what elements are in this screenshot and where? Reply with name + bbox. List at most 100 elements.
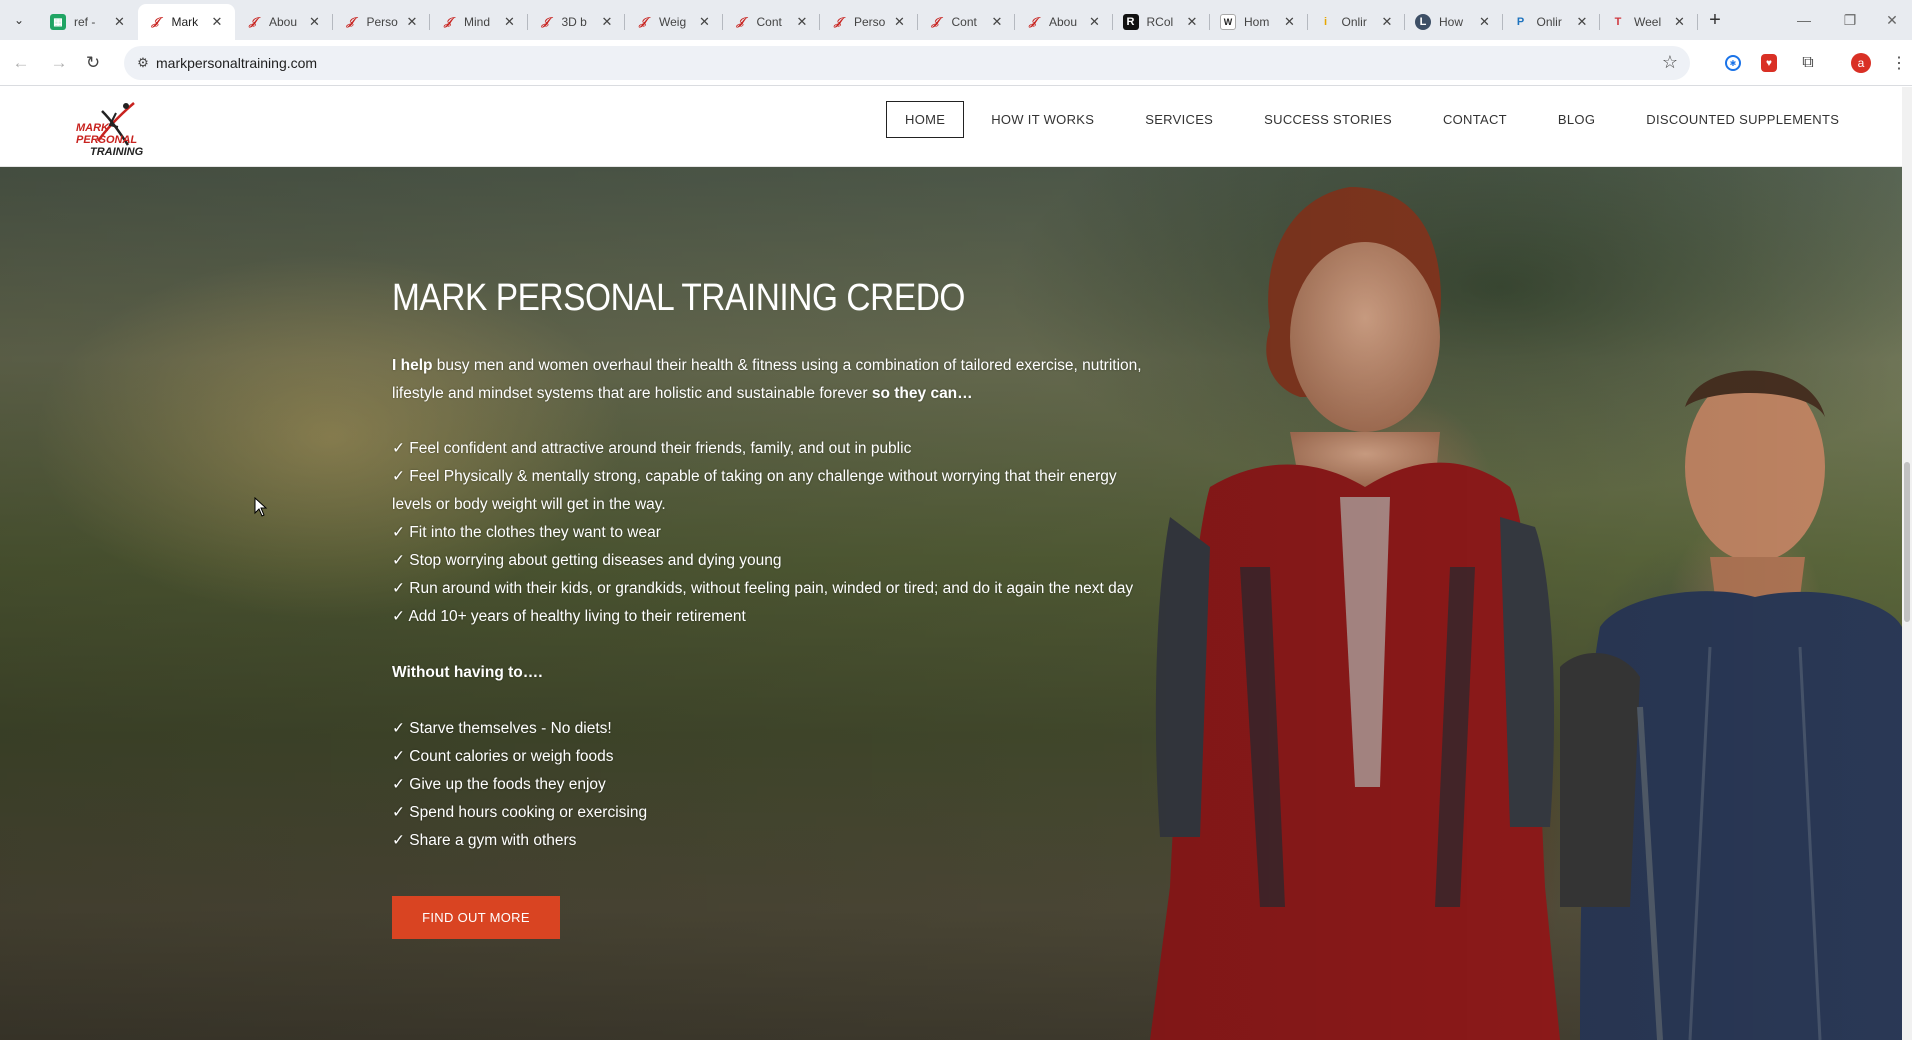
url-text[interactable]: markpersonaltraining.com (156, 55, 317, 71)
browser-tab[interactable]: 𝒥 Weig ✕ (625, 4, 723, 40)
tab-close-icon[interactable]: ✕ (404, 14, 420, 30)
tab-close-icon[interactable]: ✕ (209, 14, 225, 30)
tab-close-icon[interactable]: ✕ (794, 14, 810, 30)
tab-close-icon[interactable]: ✕ (1574, 14, 1590, 30)
tab-close-icon[interactable]: ✕ (989, 14, 1005, 30)
r-icon: R (1122, 14, 1139, 30)
nav-item-contact[interactable]: CONTACT (1429, 102, 1521, 137)
back-arrow-icon[interactable]: ← (8, 50, 34, 76)
tab-title: RCol (1146, 15, 1174, 29)
browser-tab[interactable]: 𝒥 Abou ✕ (1015, 4, 1113, 40)
tab-close-icon[interactable]: ✕ (1087, 14, 1103, 30)
browser-tab[interactable]: 𝒥 Abou ✕ (235, 4, 333, 40)
tab-close-icon[interactable]: ✕ (307, 14, 323, 30)
browser-tab[interactable]: R RCol ✕ (1113, 4, 1211, 40)
browser-tab[interactable]: 𝒥 Mark ✕ (137, 4, 235, 40)
logo-line-1: MARK PERSONAL (76, 122, 138, 146)
browser-tab[interactable]: W Hom ✕ (1210, 4, 1308, 40)
browser-tab[interactable]: 𝒥 Cont ✕ (723, 4, 821, 40)
tab-title: Perso (854, 15, 886, 29)
tab-close-icon[interactable]: ✕ (599, 14, 615, 30)
tab-title: Weel (1634, 15, 1662, 29)
restore-icon[interactable]: ❐ (1835, 8, 1865, 32)
mark-icon: 𝒥 (834, 15, 842, 28)
tab-title: Onlir (1536, 15, 1562, 29)
browser-toolbar: ← → ↻ ⚙ markpersonaltraining.com ☆ ✱ ♥ ⧉… (0, 40, 1912, 86)
browser-menu-kebab-icon[interactable]: ⋮ (1888, 52, 1910, 74)
nav-item-discounted-supplements[interactable]: DISCOUNTED SUPPLEMENTS (1632, 102, 1853, 137)
l-icon: L (1415, 14, 1431, 30)
nav-item-success-stories[interactable]: SUCCESS STORIES (1250, 102, 1406, 137)
extensions-puzzle-icon[interactable]: ⧉ (1797, 52, 1819, 74)
tab-title: Weig (659, 15, 687, 29)
profile-avatar[interactable]: a (1851, 53, 1871, 73)
nav-item-home[interactable]: HOME (886, 100, 965, 138)
tab-search-chevron-icon[interactable]: ⌄ (8, 9, 30, 31)
tab-close-icon[interactable]: ✕ (1477, 14, 1493, 30)
tab-title: Cont (951, 15, 977, 29)
extension-shield-icon[interactable]: ♥ (1761, 54, 1777, 72)
new-tab-plus-icon[interactable]: + (1703, 8, 1727, 32)
tab-title: Cont (756, 15, 782, 29)
mark-icon: 𝒥 (736, 15, 745, 28)
list-item: ✓ Spend hours cooking or exercising (392, 804, 648, 821)
mark-icon: 𝒥 (249, 15, 257, 28)
browser-tab[interactable]: 𝒥 Perso ✕ (820, 4, 918, 40)
minimize-icon[interactable]: — (1789, 8, 1819, 32)
browser-tab[interactable]: i Onlir ✕ (1308, 4, 1406, 40)
list-item: ✓ Count calories or weigh foods (392, 748, 614, 765)
browser-tab[interactable]: P Onlir ✕ (1503, 4, 1601, 40)
sheets-icon: ▦ (50, 14, 66, 30)
mouse-cursor-icon (254, 497, 268, 517)
credo-intro: I help busy men and women overhaul their… (392, 352, 1192, 408)
browser-tab[interactable]: 𝒥 Cont ✕ (918, 4, 1016, 40)
tab-close-icon[interactable]: ✕ (1282, 14, 1298, 30)
list-item: ✓ Share a gym with others (392, 832, 577, 849)
mark-icon: 𝒥 (1029, 15, 1037, 28)
intro-bold-end: so they can… (871, 385, 973, 402)
list-item: ✓ Fit into the clothes they want to wear (392, 524, 661, 541)
tab-close-icon[interactable]: ✕ (892, 14, 908, 30)
list-item: ✓ Starve themselves - No diets! (392, 720, 612, 737)
nav-item-services[interactable]: SERVICES (1131, 102, 1227, 137)
browser-tab[interactable]: 𝒥 3D b ✕ (528, 4, 626, 40)
without-list: ✓ Starve themselves - No diets! ✓ Count c… (392, 715, 992, 855)
close-window-icon[interactable]: ✕ (1877, 8, 1907, 32)
extension-globe-icon[interactable]: ✱ (1725, 55, 1741, 71)
page-scrollbar[interactable] (1902, 87, 1912, 1040)
reload-icon[interactable]: ↻ (80, 50, 106, 76)
mark-icon: 𝒥 (639, 15, 647, 28)
nav-item-how-it-works[interactable]: HOW IT WORKS (977, 102, 1108, 137)
list-item: ✓ Give up the foods they enjoy (392, 776, 606, 793)
nav-item-blog[interactable]: BLOG (1544, 102, 1609, 137)
browser-tab[interactable]: 𝒥 Mind ✕ (430, 4, 528, 40)
tab-close-icon[interactable]: ✕ (1379, 14, 1395, 30)
site-logo[interactable]: MARK PERSONAL TRAINING (36, 97, 146, 158)
browser-tab[interactable]: 𝒥 Perso ✕ (333, 4, 431, 40)
browser-tab[interactable]: ▦ ref - ✕ (40, 4, 138, 40)
main-nav: HOME HOW IT WORKS SERVICES SUCCESS STORIES C… (886, 100, 1876, 138)
tab-close-icon[interactable]: ✕ (502, 14, 518, 30)
tab-title: Hom (1244, 15, 1270, 29)
intro-bold-start: I help (392, 357, 433, 374)
tab-close-icon[interactable]: ✕ (697, 14, 713, 30)
browser-tab[interactable]: T Weel ✕ (1600, 4, 1698, 40)
p-icon: P (1516, 16, 1525, 28)
tab-close-icon[interactable]: ✕ (112, 14, 128, 30)
mark-icon: 𝒥 (444, 15, 452, 28)
site-info-icon[interactable]: ⚙ (134, 54, 152, 72)
bookmark-star-icon[interactable]: ☆ (1662, 52, 1678, 73)
browser-tabstrip: ⌄ ▦ ref - ✕ 𝒥 Mark ✕ 𝒥 Abou ✕ 𝒥 Perso ✕ 𝒥 Mind ✕ 𝒥 3D b ✕… (0, 0, 1912, 40)
browser-tab[interactable]: L How ✕ (1405, 4, 1503, 40)
address-bar[interactable]: ⚙ markpersonaltraining.com ☆ (124, 46, 1690, 80)
scrollbar-thumb[interactable] (1904, 462, 1910, 622)
tab-close-icon[interactable]: ✕ (1184, 14, 1200, 30)
forward-arrow-icon[interactable]: → (46, 50, 72, 76)
tab-title: 3D b (561, 15, 587, 29)
find-out-more-button[interactable]: FIND OUT MORE (392, 896, 560, 939)
logo-line-2: TRAINING (90, 146, 144, 158)
tab-close-icon[interactable]: ✕ (1672, 14, 1688, 30)
intro-text: busy men and women overhaul their health… (392, 357, 1142, 402)
list-item: ✓ Stop worrying about getting diseases a… (392, 552, 782, 569)
mark-icon: 𝒥 (151, 15, 160, 28)
